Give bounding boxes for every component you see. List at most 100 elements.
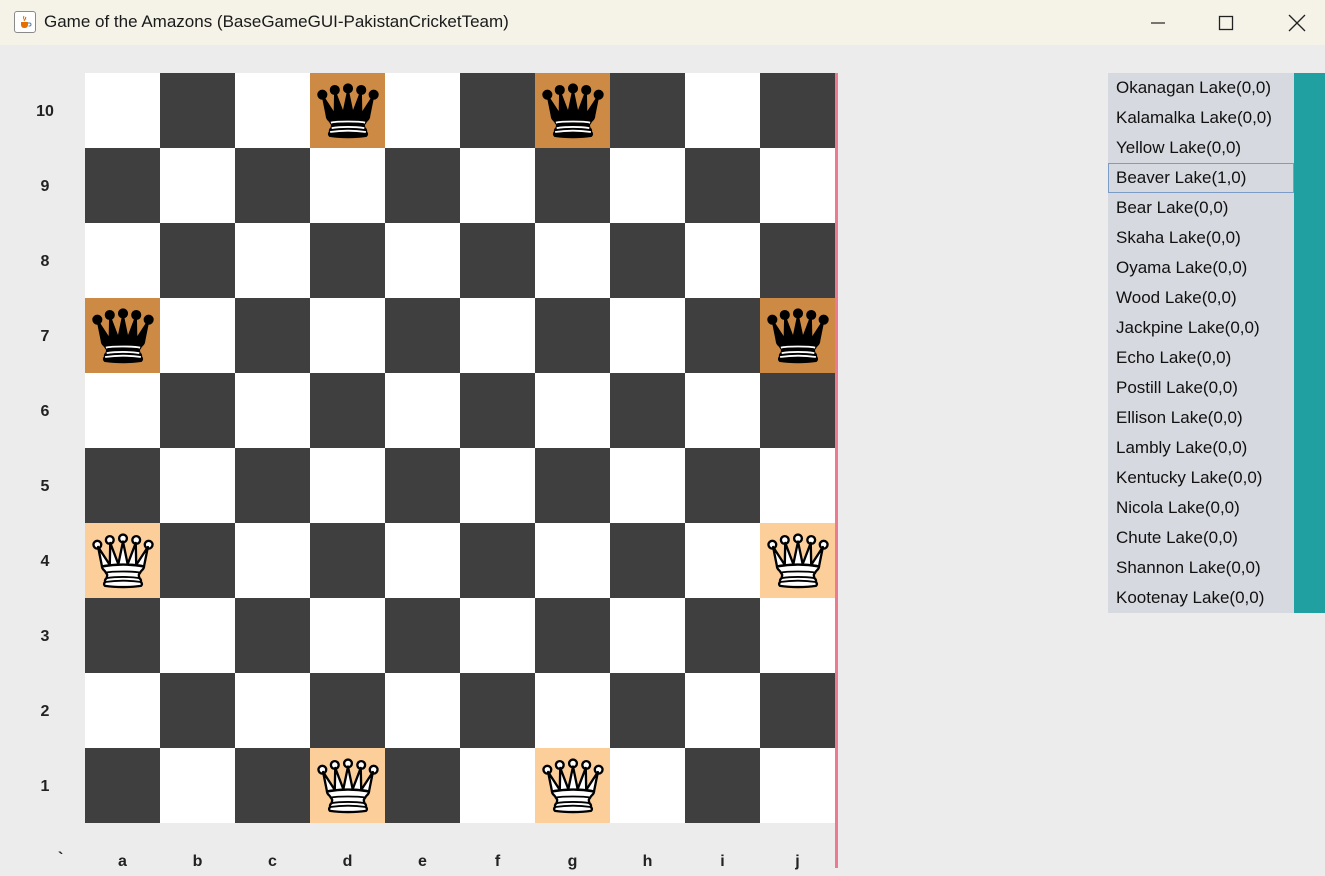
square-h6[interactable]	[610, 373, 685, 448]
square-g6[interactable]	[535, 373, 610, 448]
square-b7[interactable]	[160, 298, 235, 373]
square-d4[interactable]	[310, 523, 385, 598]
square-h9[interactable]	[610, 148, 685, 223]
square-f8[interactable]	[460, 223, 535, 298]
list-item[interactable]: Echo Lake(0,0)	[1108, 343, 1294, 373]
square-c1[interactable]	[235, 748, 310, 823]
list-item[interactable]: Kentucky Lake(0,0)	[1108, 463, 1294, 493]
list-item[interactable]: Chute Lake(0,0)	[1108, 523, 1294, 553]
square-c6[interactable]	[235, 373, 310, 448]
java-cup-icon[interactable]	[14, 11, 36, 33]
square-j9[interactable]	[760, 148, 835, 223]
square-d10[interactable]	[310, 73, 385, 148]
square-b9[interactable]	[160, 148, 235, 223]
square-f4[interactable]	[460, 523, 535, 598]
player-list-scrollbar[interactable]	[1294, 73, 1325, 613]
square-b8[interactable]	[160, 223, 235, 298]
square-i4[interactable]	[685, 523, 760, 598]
square-a5[interactable]	[85, 448, 160, 523]
square-h8[interactable]	[610, 223, 685, 298]
square-c3[interactable]	[235, 598, 310, 673]
square-f5[interactable]	[460, 448, 535, 523]
square-a9[interactable]	[85, 148, 160, 223]
square-i6[interactable]	[685, 373, 760, 448]
square-f3[interactable]	[460, 598, 535, 673]
square-d8[interactable]	[310, 223, 385, 298]
list-item[interactable]: Bear Lake(0,0)	[1108, 193, 1294, 223]
list-item[interactable]: Lambly Lake(0,0)	[1108, 433, 1294, 463]
square-i1[interactable]	[685, 748, 760, 823]
square-b5[interactable]	[160, 448, 235, 523]
square-a2[interactable]	[85, 673, 160, 748]
list-item[interactable]: Oyama Lake(0,0)	[1108, 253, 1294, 283]
player-list[interactable]: Okanagan Lake(0,0) Kalamalka Lake(0,0) Yel…	[1108, 73, 1294, 613]
square-j7[interactable]	[760, 298, 835, 373]
list-item[interactable]: Jackpine Lake(0,0)	[1108, 313, 1294, 343]
list-item[interactable]: Wood Lake(0,0)	[1108, 283, 1294, 313]
list-item[interactable]: Skaha Lake(0,0)	[1108, 223, 1294, 253]
square-j4[interactable]	[760, 523, 835, 598]
square-j8[interactable]	[760, 223, 835, 298]
square-i9[interactable]	[685, 148, 760, 223]
square-f9[interactable]	[460, 148, 535, 223]
square-d7[interactable]	[310, 298, 385, 373]
square-c7[interactable]	[235, 298, 310, 373]
square-g4[interactable]	[535, 523, 610, 598]
square-j3[interactable]	[760, 598, 835, 673]
square-d2[interactable]	[310, 673, 385, 748]
square-g9[interactable]	[535, 148, 610, 223]
square-i2[interactable]	[685, 673, 760, 748]
square-c2[interactable]	[235, 673, 310, 748]
square-e5[interactable]	[385, 448, 460, 523]
square-b2[interactable]	[160, 673, 235, 748]
square-c9[interactable]	[235, 148, 310, 223]
square-b4[interactable]	[160, 523, 235, 598]
close-button[interactable]	[1264, 0, 1325, 45]
list-item[interactable]: Nicola Lake(0,0)	[1108, 493, 1294, 523]
square-h4[interactable]	[610, 523, 685, 598]
square-d6[interactable]	[310, 373, 385, 448]
square-f2[interactable]	[460, 673, 535, 748]
square-e2[interactable]	[385, 673, 460, 748]
square-a7[interactable]	[85, 298, 160, 373]
square-e1[interactable]	[385, 748, 460, 823]
list-item[interactable]: Yellow Lake(0,0)	[1108, 133, 1294, 163]
square-a8[interactable]	[85, 223, 160, 298]
square-g7[interactable]	[535, 298, 610, 373]
square-c10[interactable]	[235, 73, 310, 148]
square-j6[interactable]	[760, 373, 835, 448]
square-f10[interactable]	[460, 73, 535, 148]
square-h2[interactable]	[610, 673, 685, 748]
square-e10[interactable]	[385, 73, 460, 148]
square-g3[interactable]	[535, 598, 610, 673]
square-d1[interactable]	[310, 748, 385, 823]
square-g1[interactable]	[535, 748, 610, 823]
square-c4[interactable]	[235, 523, 310, 598]
square-h10[interactable]	[610, 73, 685, 148]
square-g10[interactable]	[535, 73, 610, 148]
square-g8[interactable]	[535, 223, 610, 298]
list-item[interactable]: Postill Lake(0,0)	[1108, 373, 1294, 403]
square-b3[interactable]	[160, 598, 235, 673]
square-e3[interactable]	[385, 598, 460, 673]
square-d3[interactable]	[310, 598, 385, 673]
square-j10[interactable]	[760, 73, 835, 148]
list-item[interactable]: Kalamalka Lake(0,0)	[1108, 103, 1294, 133]
square-h3[interactable]	[610, 598, 685, 673]
square-h5[interactable]	[610, 448, 685, 523]
square-i3[interactable]	[685, 598, 760, 673]
square-b1[interactable]	[160, 748, 235, 823]
square-d5[interactable]	[310, 448, 385, 523]
square-d9[interactable]	[310, 148, 385, 223]
square-b10[interactable]	[160, 73, 235, 148]
square-h7[interactable]	[610, 298, 685, 373]
square-a1[interactable]	[85, 748, 160, 823]
square-a6[interactable]	[85, 373, 160, 448]
square-i5[interactable]	[685, 448, 760, 523]
square-c8[interactable]	[235, 223, 310, 298]
list-item[interactable]: Kootenay Lake(0,0)	[1108, 583, 1294, 613]
square-e9[interactable]	[385, 148, 460, 223]
square-i10[interactable]	[685, 73, 760, 148]
square-f1[interactable]	[460, 748, 535, 823]
minimize-button[interactable]	[1125, 0, 1191, 45]
